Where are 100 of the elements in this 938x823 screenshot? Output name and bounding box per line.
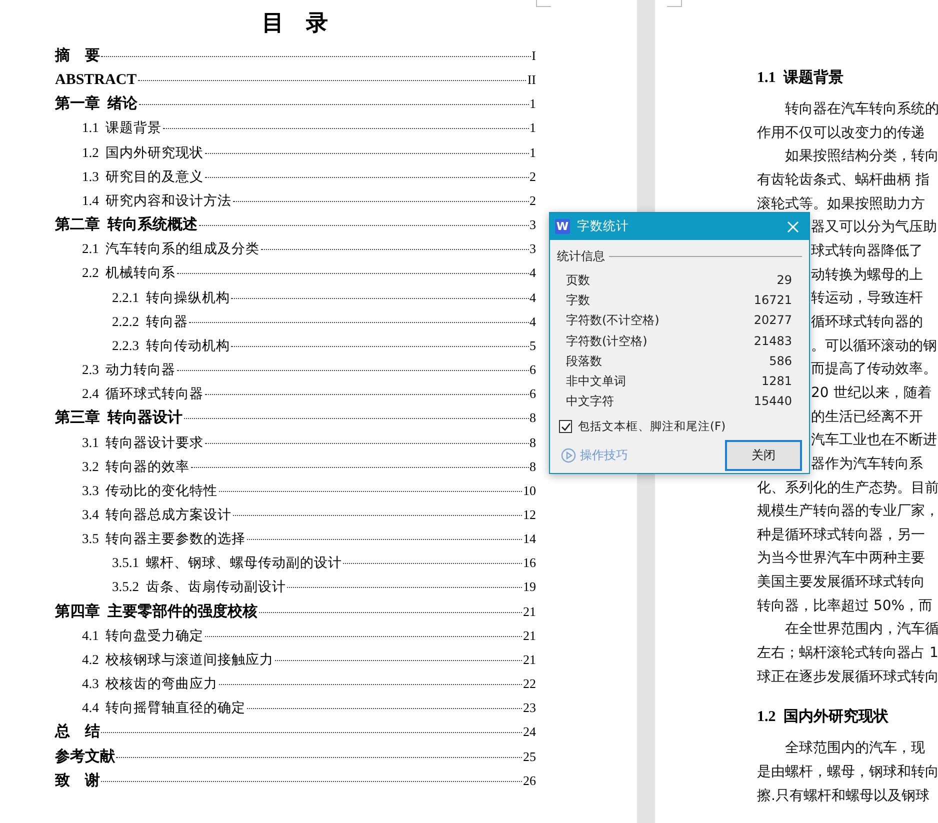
body-text-line: 作用不仅可以改变力的传递 (757, 124, 925, 141)
page-number: 8 (530, 434, 536, 452)
stat-label: 非中文单词 (566, 372, 626, 390)
toc-entry[interactable]: 4.3 校核齿的弯曲应力 (82, 672, 218, 696)
page-number: 6 (530, 385, 536, 404)
toc-entry[interactable]: 3.2 转向器的效率 (82, 454, 190, 479)
body-text-line: 转运动，导致连杆 (811, 290, 923, 306)
toc-entry[interactable]: 2.2 机械转向系 (82, 261, 176, 286)
toc-entry[interactable]: 2.4 循环球式转向器 (82, 382, 204, 406)
page-number: 14 (523, 530, 536, 548)
stat-value: 16721 (754, 292, 792, 310)
toc-entry[interactable]: 摘 要 (55, 44, 100, 68)
page-number: I (532, 47, 536, 65)
toc-entry[interactable]: 1.2 国内外研究现状 (82, 140, 204, 165)
stat-label: 页数 (566, 272, 590, 289)
dialog-title: 字数统计 (577, 218, 630, 235)
toc-entry[interactable]: 3.3 传动比的变化特性 (82, 478, 218, 503)
page-number: 1 (530, 95, 536, 114)
section-heading: 1.1 课题背景 (757, 70, 844, 86)
stat-value: 20277 (754, 312, 792, 330)
checkbox[interactable] (559, 420, 572, 434)
stat-label: 字数 (566, 292, 590, 310)
corner-mark (667, 0, 682, 7)
section-heading: 1.2 国内外研究现状 (757, 709, 888, 726)
toc-entry[interactable]: 4.4 转向摇臂轴直径的确定 (82, 696, 246, 720)
body-text-line: 循环球式转向器的 (811, 314, 923, 330)
checkbox-label[interactable]: 包括文本框、脚注和尾注(F) (578, 419, 726, 434)
close-icon (787, 220, 799, 232)
corner-mark (536, 0, 551, 7)
toc-entry[interactable]: 2.1 汽车转向系的组成及分类 (82, 237, 260, 262)
page-number: 16 (523, 554, 536, 572)
toc-entry[interactable]: 3.5.1 螺杆、钢球、螺母传动副的设计 (112, 551, 342, 576)
toc-entry[interactable]: 3.4 转向器总成方案设计 (82, 502, 232, 527)
toc-entry[interactable]: 第四章 主要零部件的强度校核 (55, 600, 258, 624)
toc-entry[interactable]: 2.2.1 转向操纵机构 (112, 286, 230, 310)
close-button[interactable]: 关闭 (725, 440, 802, 472)
toc-entry[interactable]: 致 谢 (55, 768, 100, 793)
page-number: 1 (530, 119, 536, 138)
toc-entry[interactable]: 4.2 校核钢球与滚道间接触应力 (82, 648, 274, 672)
stat-value: 1281 (761, 372, 792, 390)
body-text-line: 种是循环球式转向器，另一 (757, 526, 925, 543)
toc-entry[interactable]: ABSTRACT (55, 68, 137, 92)
body-text-line: 的生活已经离不开 (811, 408, 923, 425)
body-text-line: 转向器在汽车转向系统的 (785, 101, 938, 117)
page-number: 25 (523, 748, 536, 766)
toc-entry[interactable]: 第二章 转向系统概述 (55, 213, 198, 238)
toc-entry[interactable]: 1.1 课题背景 (82, 116, 162, 140)
toc-entry[interactable]: 参考文献 (55, 744, 115, 769)
body-text-line: 转向器，比率超过 50%，而 (757, 598, 933, 614)
page-number: 3 (530, 240, 536, 258)
page-number: 21 (523, 626, 536, 645)
page-number: 8 (530, 458, 536, 476)
page-number: 6 (530, 361, 536, 380)
page-number: 12 (523, 506, 536, 524)
stat-label: 字符数(不计空格) (566, 312, 660, 330)
stat-label: 段落数 (566, 352, 602, 370)
app-icon: W (555, 219, 570, 234)
toc-entry[interactable]: 总 结 (55, 720, 100, 744)
body-text-line: 器又可以分为气压助 (811, 219, 937, 236)
body-text-line: 。可以循环滚动的钢 (811, 338, 937, 354)
body-text-line: 规模生产转向器的专业厂家， (757, 503, 938, 520)
body-text-line: 为当今世界汽车中两种主要 (757, 550, 925, 566)
page-number: 19 (523, 578, 536, 596)
page-number: 3 (530, 216, 536, 234)
body-text-line: 有齿轮齿条式、蜗杆曲柄 指 (757, 172, 930, 188)
toc-entry[interactable]: 第一章 绪论 (55, 92, 138, 116)
page-number: 8 (530, 409, 536, 428)
stat-value: 21483 (754, 332, 792, 350)
page-number: 2 (530, 168, 536, 186)
body-text-line: 20 世纪以来，随着 (811, 384, 932, 401)
toc-title: 目 录 (261, 9, 329, 37)
stat-label: 字符数(计空格) (566, 332, 648, 350)
body-text-line: 动转换为螺母的上 (811, 266, 923, 283)
stat-value: 29 (776, 272, 792, 289)
toc-entry[interactable]: 3.5 转向器主要参数的选择 (82, 527, 246, 552)
toc-entry[interactable]: 3.5.2 齿条、齿扇传动副设计 (112, 575, 286, 600)
page-number: 26 (523, 772, 536, 790)
toc-entry[interactable]: 1.4 研究内容和设计方法 (82, 188, 232, 213)
body-text-line: 全球范围内的汽车，现 (785, 740, 925, 756)
toc-entry[interactable]: 第三章 转向器设计 (55, 406, 182, 430)
page-number: 1 (530, 144, 536, 162)
page-number: 4 (530, 288, 536, 307)
page-number: 2 (530, 192, 536, 210)
toc-entry[interactable]: 1.3 研究目的及意义 (82, 164, 204, 189)
page-number: 23 (523, 699, 536, 718)
body-text-line: 是由螺杆，螺母，钢球和转向 (757, 764, 938, 780)
toc-entry[interactable]: 4.1 转向盘受力确定 (82, 624, 204, 648)
toc-entry[interactable]: 2.2.2 转向器 (112, 310, 188, 334)
stat-value: 15440 (754, 393, 792, 410)
toc-entry[interactable]: 2.3 动力转向器 (82, 358, 176, 382)
body-text-line: 如果按照结构分类，转向 (785, 148, 938, 164)
toc-entry[interactable]: 3.1 转向器设计要求 (82, 430, 204, 454)
body-text-line: 而提高了传动效率。 (811, 361, 937, 378)
close-button[interactable] (785, 218, 801, 234)
body-text-line: 球式转向器降低了 (811, 242, 923, 259)
toc-entry[interactable]: 2.2.3 转向传动机构 (112, 334, 230, 358)
page-number: 4 (530, 312, 536, 331)
page-number: 21 (523, 650, 536, 669)
body-text-line: 左右；蜗杆滚轮式转向器占 1 (757, 645, 938, 662)
page-number: 22 (523, 675, 536, 694)
